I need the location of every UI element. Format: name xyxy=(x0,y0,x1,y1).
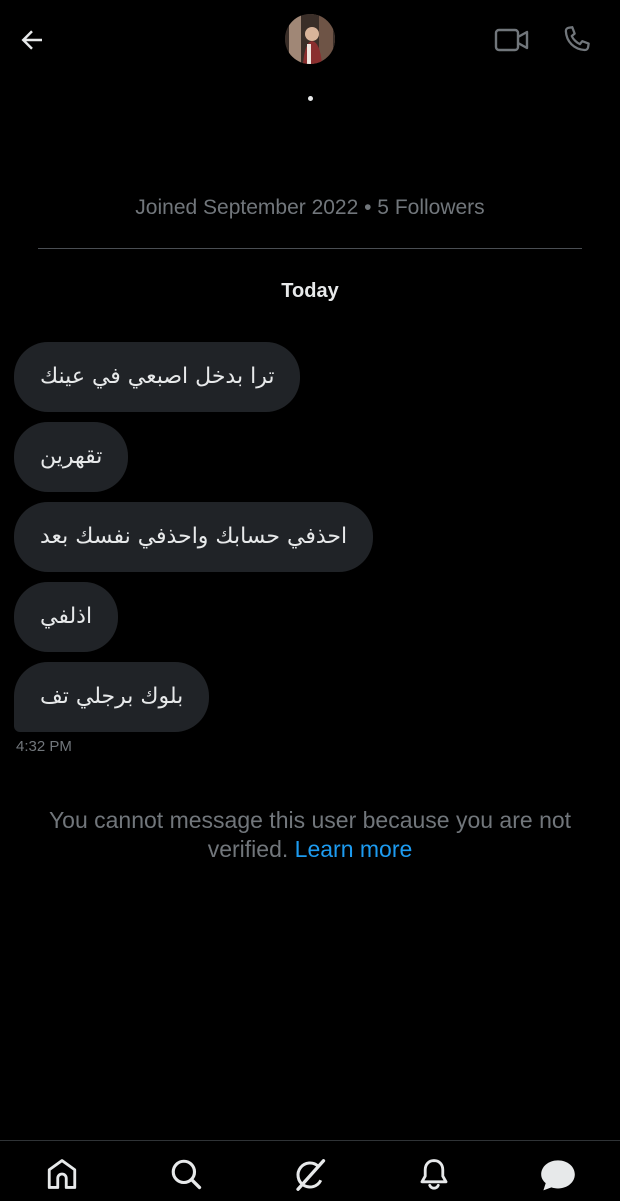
message-row: بلوك برجلي تف xyxy=(14,662,574,732)
video-camera-icon xyxy=(494,28,529,52)
avatar[interactable] xyxy=(285,14,335,64)
message-row: ترا بدخل اصبعي في عينك xyxy=(14,342,574,422)
divider xyxy=(38,248,582,249)
message-row: اذلفي xyxy=(14,582,574,662)
tab-home[interactable] xyxy=(40,1157,84,1201)
day-separator: Today xyxy=(281,280,339,302)
message-bubble[interactable]: احذفي حسابك واحذفي نفسك بعد xyxy=(14,502,374,572)
message-bubble[interactable]: اذلفي xyxy=(14,582,119,652)
message-bubble[interactable]: ترا بدخل اصبعي في عينك xyxy=(14,342,301,412)
search-icon xyxy=(171,1159,202,1190)
conversation-header xyxy=(0,0,620,110)
message-bubble-icon xyxy=(541,1160,575,1191)
message-row: احذفي حسابك واحذفي نفسك بعد xyxy=(14,502,574,582)
avatar-image xyxy=(285,14,335,64)
tab-messages[interactable] xyxy=(536,1157,580,1201)
profile-join-followers: Joined September 2022 • 5 Followers xyxy=(135,196,485,219)
cannot-message-notice: You cannot message this user because you… xyxy=(30,806,590,864)
tab-grok[interactable] xyxy=(288,1157,332,1201)
username-placeholder-dot xyxy=(308,96,313,101)
voice-call-button[interactable] xyxy=(556,20,596,60)
message-list: ترا بدخل اصبعي في عينك تقهرين احذفي حساب… xyxy=(14,342,574,755)
message-timestamp: 4:32 PM xyxy=(16,738,72,755)
arrow-left-icon xyxy=(21,30,42,50)
message-bubble[interactable]: بلوك برجلي تف xyxy=(14,662,210,732)
video-call-button[interactable] xyxy=(492,22,532,58)
phone-icon xyxy=(564,26,590,52)
learn-more-link[interactable]: Learn more xyxy=(295,836,413,862)
grok-icon xyxy=(296,1159,326,1191)
back-button[interactable] xyxy=(14,22,50,58)
tab-notifications[interactable] xyxy=(412,1157,456,1201)
bell-icon xyxy=(420,1159,448,1190)
tab-search[interactable] xyxy=(164,1157,208,1201)
message-bubble[interactable]: تقهرين xyxy=(14,422,129,492)
message-row: تقهرين xyxy=(14,422,574,502)
home-icon xyxy=(47,1159,77,1189)
bottom-tab-bar xyxy=(0,1140,620,1201)
